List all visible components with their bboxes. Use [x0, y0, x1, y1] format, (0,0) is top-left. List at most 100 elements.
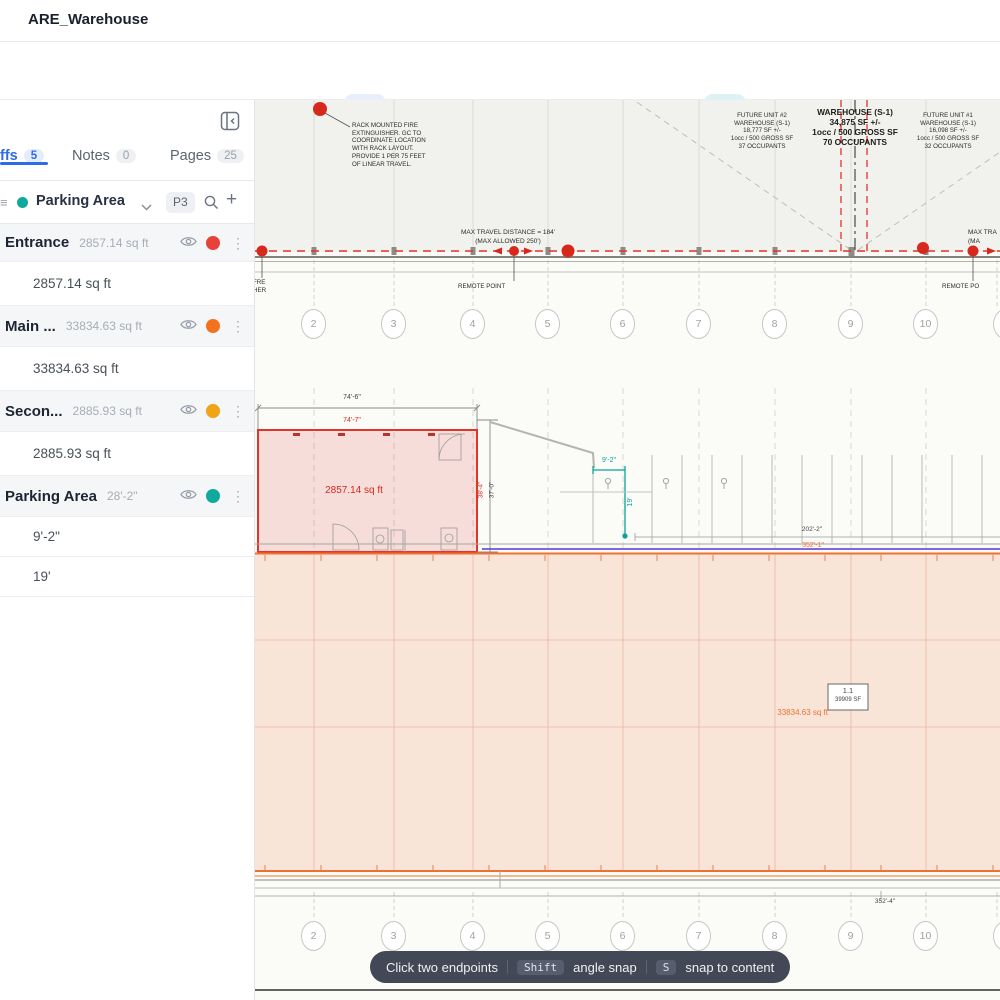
chevron-down-icon[interactable]: [141, 199, 152, 214]
grid-bubble: 10: [913, 309, 938, 339]
title-bar: ARE_Warehouse: [0, 0, 1000, 42]
grid-bubble: 3: [381, 921, 406, 951]
warehouse-main-label: WAREHOUSE (S-1)34,875 SF +/-1occ / 500 G…: [812, 107, 898, 147]
toast-message: Click two endpoints: [386, 960, 498, 975]
tab-takeoffs[interactable]: ffs 5: [0, 148, 44, 164]
document-title: ARE_Warehouse: [28, 11, 148, 28]
color-dot[interactable]: [206, 489, 220, 503]
measurement-row[interactable]: 9'-2": [0, 517, 254, 557]
grid-bubble: 5: [535, 921, 560, 951]
search-icon[interactable]: [203, 194, 219, 213]
grid-bubble: 5: [535, 309, 560, 339]
remote-point-label: REMOTE POINT: [458, 283, 505, 291]
collapse-panel-icon[interactable]: [220, 111, 240, 131]
takeoff-row-main[interactable]: Main ... 33834.63 sq ft ⋮: [0, 306, 254, 347]
toast-divider: [646, 960, 647, 974]
parking-depth-label: 19': [627, 497, 635, 506]
takeoff-row-parking-area[interactable]: Parking Area 28'-2" ⋮: [0, 476, 254, 517]
max-travel-note-partial: MAX TRA(MA: [968, 228, 997, 246]
parking-takeoff-lines[interactable]: [593, 466, 625, 536]
sidebar-header: ffs 5 Notes 0 Pages 25: [0, 100, 254, 181]
grid-bubble: 7: [686, 921, 711, 951]
shift-key-badge: Shift: [517, 960, 564, 975]
tab-pages[interactable]: Pages 25: [170, 148, 244, 164]
tab-count-badge: 0: [116, 149, 136, 163]
takeoff-name: Secon...: [5, 403, 63, 420]
tab-label: Pages: [170, 148, 211, 164]
kebab-menu-icon[interactable]: ⋮: [231, 238, 245, 248]
takeoff-name: Main ...: [5, 318, 56, 335]
grid-bubble: 7: [686, 309, 711, 339]
s-key-badge: S: [656, 960, 677, 975]
visibility-eye-icon[interactable]: [180, 488, 197, 504]
measurement-value: 33834.63 sq ft: [33, 361, 119, 376]
tab-count-badge: 25: [217, 149, 244, 163]
app-window: ARE_Warehouse T: [0, 0, 1000, 1000]
drawing-canvas[interactable]: RACK MOUNTED FIREEXTINGUISHER. GC TOCOOR…: [255, 100, 1000, 1000]
kebab-menu-icon[interactable]: ⋮: [231, 406, 245, 416]
takeoff-value: 2885.93 sq ft: [73, 404, 180, 418]
bubble-connectors-top: [314, 260, 997, 308]
main-takeoff-region[interactable]: [255, 553, 1000, 871]
grid-bubble: 10: [913, 921, 938, 951]
sidebar-tabs: ffs 5 Notes 0 Pages 25: [0, 142, 254, 180]
dimension-line-top: [255, 404, 480, 430]
toast-hint-label: angle snap: [573, 960, 637, 975]
takeoff-value: 28'-2": [107, 489, 180, 503]
hint-toast: Click two endpoints Shift angle snap S s…: [370, 951, 790, 983]
dim-74-7-markup: 74'-7": [343, 417, 361, 425]
measurement-value: 2857.14 sq ft: [33, 276, 111, 291]
active-tab-underline: [0, 162, 48, 165]
future-unit-1-label: FUTURE UNIT #1WAREHOUSE (S-1)16,098 SF +…: [917, 112, 979, 151]
tab-notes[interactable]: Notes 0: [72, 148, 136, 164]
future-unit-2-label: FUTURE UNIT #2WAREHOUSE (S-1)18,777 SF +…: [731, 112, 793, 151]
grid-bubble: 6: [610, 309, 635, 339]
grid-bubble: 9: [838, 309, 863, 339]
canopy-roofline: [490, 422, 594, 468]
dim-74-6: 74'-6": [343, 394, 361, 402]
grid-bubble: 8: [762, 309, 787, 339]
add-takeoff-icon[interactable]: +: [226, 192, 237, 208]
takeoff-row-secondary[interactable]: Secon... 2885.93 sq ft ⋮: [0, 391, 254, 432]
tab-count-badge: 5: [24, 149, 44, 163]
grid-bubble: 8: [762, 921, 787, 951]
grid-bubble: 2: [301, 309, 326, 339]
visibility-eye-icon[interactable]: [180, 318, 197, 334]
drag-handle-icon[interactable]: ≡: [0, 195, 7, 210]
takeoff-row-entrance[interactable]: Entrance 2857.14 sq ft ⋮: [0, 224, 254, 262]
grid-bubble: 2: [301, 921, 326, 951]
site-pin-symbols: [605, 478, 726, 489]
visibility-eye-icon[interactable]: [180, 235, 197, 251]
color-dot[interactable]: [206, 319, 220, 333]
floor-plan-svg: [255, 100, 1000, 1000]
dim-202-2: 202'-2": [802, 525, 822, 534]
measurement-row[interactable]: 33834.63 sq ft: [0, 347, 254, 391]
color-dot[interactable]: [206, 404, 220, 418]
tab-label: Notes: [72, 148, 110, 164]
measurement-row[interactable]: 2885.93 sq ft: [0, 432, 254, 476]
measurement-value: 9'-2": [33, 529, 60, 544]
toast-divider: [507, 960, 508, 974]
takeoff-group-row[interactable]: ≡ Parking Area P3 +: [0, 181, 254, 224]
entrance-area-label: 2857.14 sq ft: [325, 485, 383, 496]
takeoff-name: Parking Area: [5, 488, 97, 505]
takeoff-sidebar: ffs 5 Notes 0 Pages 25 ≡ Parking Area: [0, 100, 255, 1000]
dim-352-4: 352'-4": [875, 897, 895, 906]
page-badge[interactable]: P3: [166, 192, 195, 213]
dimension-line-mid: [635, 533, 1000, 541]
measurement-row[interactable]: 2857.14 sq ft: [0, 262, 254, 306]
color-dot[interactable]: [206, 236, 220, 250]
clipped-callout-text: FREHER: [255, 279, 266, 294]
measurement-value: 2885.93 sq ft: [33, 446, 111, 461]
kebab-menu-icon[interactable]: ⋮: [231, 491, 245, 501]
unit-tag-number: 1.1: [843, 686, 853, 695]
max-travel-note: MAX TRAVEL DISTANCE = 184'(MAX ALLOWED 2…: [461, 228, 555, 246]
measurement-row[interactable]: 19': [0, 557, 254, 597]
visibility-eye-icon[interactable]: [180, 403, 197, 419]
parking-width-label: 9'-2": [602, 457, 616, 465]
unit-tag-sf: 39909 SF: [835, 697, 861, 703]
grid-bubble: 4: [460, 309, 485, 339]
main-area-label: 33834.63 sq ft: [755, 708, 828, 717]
kebab-menu-icon[interactable]: ⋮: [231, 321, 245, 331]
measurement-value: 19': [33, 569, 51, 584]
